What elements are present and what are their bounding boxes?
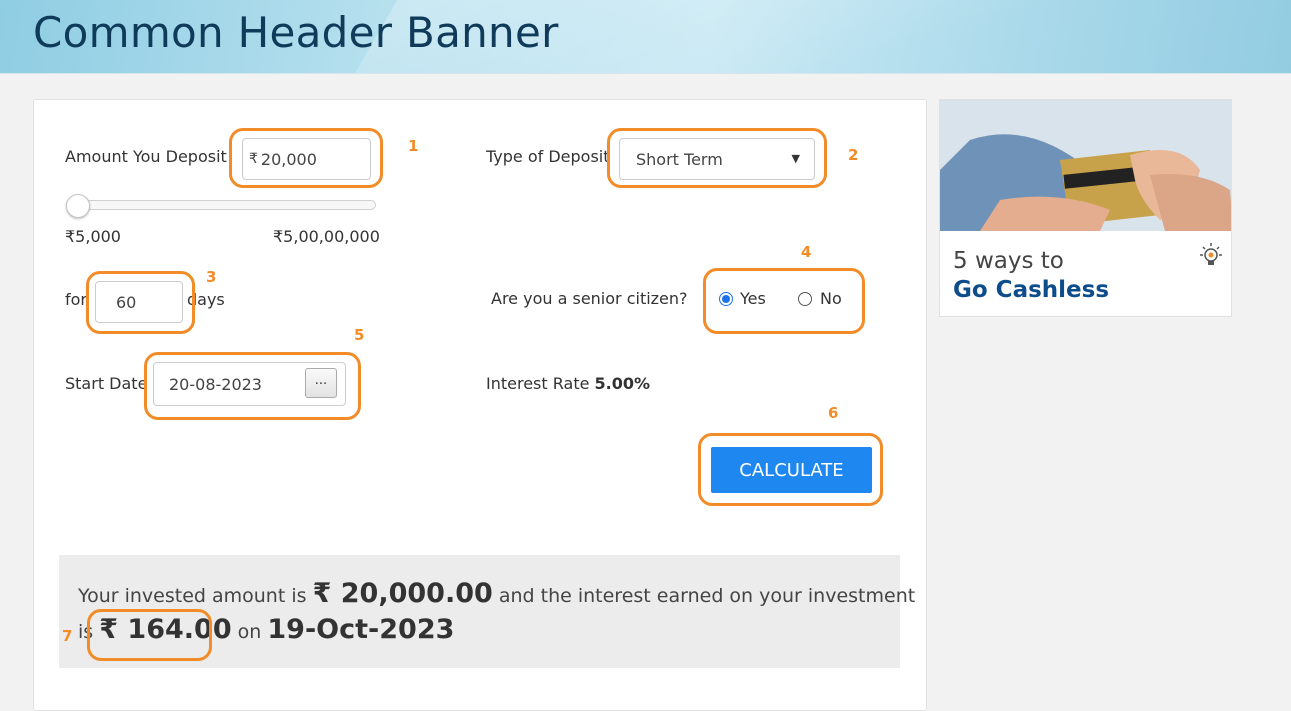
amount-slider-track[interactable]: [66, 200, 376, 210]
result-text-interest: and the interest earned on your investme…: [498, 585, 916, 607]
start-date-value: 20-08-2023: [169, 374, 262, 394]
amount-value: 20,000: [260, 149, 317, 169]
result-line-1: Your invested amount is ₹ 20,000.00 and …: [78, 578, 915, 609]
amount-input[interactable]: ₹ 20,000: [242, 138, 371, 180]
senior-yes-radio[interactable]: [719, 292, 733, 306]
ad-line-1: 5 ways to: [953, 248, 1064, 274]
annotation-3: 3: [206, 268, 217, 286]
result-text-on: on: [237, 621, 262, 643]
senior-yes-label[interactable]: Yes: [740, 289, 766, 308]
chevron-down-icon: ▼: [791, 152, 800, 165]
annotation-2: 2: [848, 146, 859, 164]
credit-card-image: [940, 100, 1231, 231]
deposit-type-select[interactable]: Short Term ▼: [619, 138, 815, 180]
result-text-invested: Your invested amount is: [78, 585, 307, 607]
senior-no-label[interactable]: No: [820, 289, 842, 308]
lightbulb-icon: [1200, 243, 1222, 265]
amount-slider-handle[interactable]: [66, 194, 90, 218]
interest-rate-row: Interest Rate 5.00%: [486, 374, 650, 393]
senior-citizen-label: Are you a senior citizen?: [491, 289, 688, 308]
card-illustration: [940, 100, 1231, 231]
amount-label: Amount You Deposit: [65, 147, 227, 166]
senior-no-radio[interactable]: [798, 292, 812, 306]
deposit-type-label: Type of Deposit: [486, 147, 610, 166]
interest-rate-value: 5.00%: [594, 374, 651, 393]
annotation-1: 1: [408, 137, 419, 155]
result-panel: [59, 555, 900, 668]
interest-rate-label: Interest Rate: [486, 374, 590, 393]
ad-line-2: Go Cashless: [953, 277, 1110, 303]
days-label: days: [187, 290, 225, 309]
header-banner: Common Header Banner: [0, 0, 1291, 74]
days-value: 60: [116, 292, 137, 312]
calculate-button[interactable]: CALCULATE: [711, 447, 872, 493]
deposit-type-value: Short Term: [636, 149, 723, 169]
days-input[interactable]: 60: [95, 281, 183, 323]
annotation-6: 6: [828, 404, 839, 422]
maturity-date: 19-Oct-2023: [267, 614, 455, 645]
result-line-2: is ₹ 164.00 on 19-Oct-2023: [78, 614, 454, 645]
cashless-ad[interactable]: 5 ways to Go Cashless: [939, 99, 1232, 317]
result-text-is: is: [78, 621, 94, 643]
invested-amount: ₹ 20,000.00: [312, 578, 493, 609]
for-label: for: [65, 290, 87, 309]
date-picker-button[interactable]: ...: [305, 368, 337, 398]
slider-min-label: ₹5,000: [65, 227, 121, 246]
rupee-prefix: ₹: [249, 151, 258, 167]
annotation-5: 5: [354, 326, 365, 344]
banner-title: Common Header Banner: [33, 8, 559, 57]
annotation-4: 4: [801, 243, 812, 261]
date-picker-label: ...: [314, 373, 328, 388]
interest-earned: ₹ 164.00: [99, 614, 232, 645]
slider-max-label: ₹5,00,00,000: [273, 227, 380, 246]
annotation-7: 7: [62, 627, 73, 645]
start-date-label: Start Date: [65, 374, 148, 393]
